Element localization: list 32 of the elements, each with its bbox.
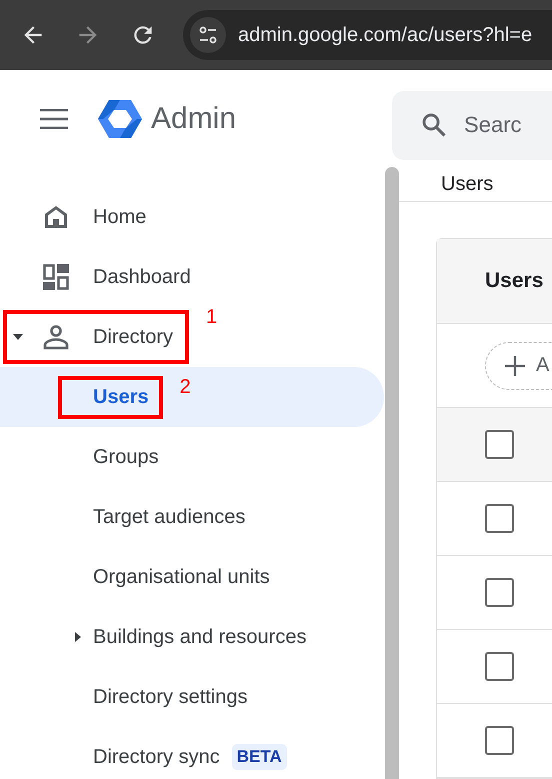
nav-item-highlight[interactable]: Users 2 [0,367,384,427]
nav-item[interactable]: Directory settings [93,686,248,708]
nav-item[interactable]: Dashboard [93,266,191,288]
card-title: Users [437,239,552,324]
menu-icon[interactable] [40,108,68,128]
plus-icon [504,354,526,376]
search-field[interactable]: Searc [464,112,544,138]
person-icon [42,323,70,351]
beta-badge: BETA [232,744,287,770]
annotation-number: 1 [206,306,218,329]
logo-icon [98,98,142,138]
nav-item[interactable]: Directory [93,326,174,348]
nav-item[interactable]: Home [93,206,146,228]
select-all-checkbox[interactable] [485,430,514,459]
breadcrumb[interactable]: Users [399,167,552,202]
nav-item[interactable]: Organisational units [93,566,270,588]
row-checkbox[interactable] [485,652,514,681]
scrollbar[interactable] [385,167,399,779]
row-checkbox[interactable] [485,578,514,607]
annotation-number: 2 [180,376,191,398]
nav-item[interactable]: Target audiences [93,506,246,528]
app-name: Admin [151,102,236,136]
site-settings-icon[interactable] [190,17,226,53]
row-checkbox[interactable] [485,504,514,533]
nav-item[interactable]: Buildings and resources [93,626,306,648]
home-icon [42,203,70,231]
search-icon[interactable] [420,111,448,139]
row-checkbox[interactable] [485,726,514,755]
dashboard-icon [42,263,70,291]
add-filter-button[interactable]: A [485,342,552,390]
nav-item[interactable]: Groups [93,446,159,468]
nav-item[interactable]: Directory sync [93,746,220,768]
